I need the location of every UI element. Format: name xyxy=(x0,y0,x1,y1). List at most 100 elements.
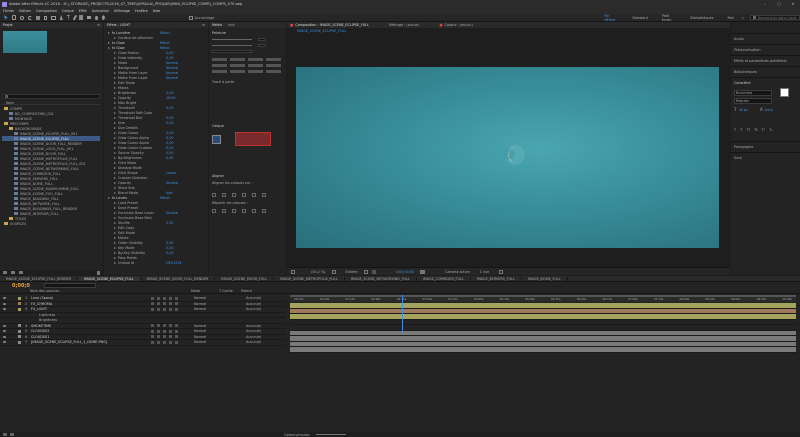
label-color-swatch[interactable] xyxy=(18,335,21,339)
selection-tool-icon[interactable] xyxy=(4,15,8,20)
disclosure-triangle-icon[interactable] xyxy=(114,181,116,184)
disclosure-triangle-icon[interactable] xyxy=(108,41,110,44)
effect-property-value[interactable]: 0,00 xyxy=(166,121,174,125)
minimize-button[interactable]: – xyxy=(758,2,772,6)
align-hcenter-icon[interactable] xyxy=(222,193,226,197)
character-tab[interactable]: Caractère xyxy=(734,81,751,85)
snap-checkbox[interactable] xyxy=(189,15,193,20)
visibility-eye-icon[interactable] xyxy=(3,324,6,327)
effect-property-value[interactable]: Normal xyxy=(166,181,178,185)
layer-name[interactable]: FX_LIGHT xyxy=(31,307,131,311)
menu-item-composition[interactable]: Composition xyxy=(36,9,57,13)
disclosure-triangle-icon[interactable] xyxy=(114,216,116,219)
project-search-field[interactable] xyxy=(2,94,100,99)
menu-item-fichier[interactable]: Fichier xyxy=(3,9,14,13)
effect-property-value[interactable]: 0,00 xyxy=(166,241,174,245)
disclosure-triangle-icon[interactable] xyxy=(114,226,116,229)
grid-icon[interactable] xyxy=(331,269,336,274)
fg-color-swatch[interactable] xyxy=(212,134,221,144)
effect-property-value[interactable]: 0,00 xyxy=(166,146,174,150)
visibility-eye-icon[interactable] xyxy=(3,314,6,316)
layer-name[interactable]: CLOUDS01 xyxy=(31,335,131,339)
label-color-swatch[interactable] xyxy=(18,324,21,328)
text-tool-icon[interactable]: T xyxy=(67,15,70,21)
color-swap-icon[interactable] xyxy=(780,88,789,97)
menu-item-fenetre[interactable]: Fenêtre xyxy=(135,9,148,13)
leading-value[interactable]: Auto xyxy=(765,108,773,112)
project-item[interactable]: SOURCES xyxy=(2,221,100,226)
project-tab[interactable]: Projet xyxy=(3,23,13,27)
close-button[interactable]: ✕ xyxy=(786,2,800,6)
disclosure-triangle-icon[interactable] xyxy=(114,206,116,209)
work-area-bar[interactable] xyxy=(290,295,796,297)
disclosure-triangle-icon[interactable] xyxy=(114,176,116,179)
footage-tab[interactable]: Métrage : (aucun) xyxy=(389,23,419,27)
effect-property-value[interactable]: 0,00 xyxy=(166,221,174,225)
layer-name[interactable]: Brightness xyxy=(31,318,131,322)
font-select[interactable]: Bronchea xyxy=(734,89,772,96)
brush-tool-icon[interactable] xyxy=(72,14,77,21)
all-caps-icon[interactable]: TT xyxy=(746,128,750,132)
brush-tip-11-icon[interactable] xyxy=(248,70,263,73)
workspace-small-screen[interactable]: Petit écran xyxy=(662,14,677,22)
disclosure-triangle-icon[interactable] xyxy=(114,131,116,134)
blend-mode-select[interactable]: Normal xyxy=(194,340,224,344)
disclosure-triangle-icon[interactable] xyxy=(114,251,116,254)
resolution-select[interactable]: Entière xyxy=(346,270,358,274)
timeline-search-field[interactable] xyxy=(43,283,96,288)
layer-switches[interactable] xyxy=(151,307,181,311)
label-color-swatch[interactable] xyxy=(18,340,21,344)
flow-slider[interactable] xyxy=(212,45,252,46)
layer-switches[interactable] xyxy=(151,340,181,344)
zoom-value[interactable]: (50,2 %) xyxy=(311,270,326,274)
blend-mode-select[interactable]: Normal xyxy=(194,307,224,311)
align-left-icon[interactable] xyxy=(212,193,216,197)
disclosure-triangle-icon[interactable] xyxy=(114,246,116,249)
align-right-icon[interactable] xyxy=(232,193,236,197)
visibility-eye-icon[interactable] xyxy=(3,302,6,305)
layer-name-header[interactable]: Nom des sources xyxy=(30,289,152,293)
distribute-5-icon[interactable] xyxy=(252,209,256,213)
paragraph-item[interactable]: Paragraphe xyxy=(731,141,800,152)
effects-presets-item[interactable]: Effets et paramètres prédéfinis xyxy=(731,56,800,67)
brush-tip-1-icon[interactable] xyxy=(212,58,227,61)
disclosure-triangle-icon[interactable] xyxy=(114,136,116,139)
disclosure-triangle-icon[interactable] xyxy=(114,191,116,194)
effect-property-value[interactable]: 0,00 xyxy=(166,151,174,155)
effect-property-value[interactable]: HEX1234 xyxy=(166,261,182,265)
effect-property-value[interactable]: 0,00 xyxy=(166,251,174,255)
clone-stamp-tool-icon[interactable] xyxy=(79,15,83,20)
hand-tool-icon[interactable] xyxy=(12,15,17,20)
brush-tip-5-icon[interactable] xyxy=(212,64,227,67)
brush-tip-3-icon[interactable] xyxy=(248,58,263,61)
paint-tab[interactable]: Peinture xyxy=(212,31,226,35)
disclosure-triangle-icon[interactable] xyxy=(114,171,116,174)
parent-select[interactable]: Aucun(e) xyxy=(246,302,261,306)
parent-select[interactable]: Aucun(e) xyxy=(246,307,261,311)
mode-select[interactable] xyxy=(212,50,252,53)
disclosure-triangle-icon[interactable] xyxy=(114,201,116,204)
layer-switches[interactable] xyxy=(151,329,181,333)
align-tab[interactable]: Aligner xyxy=(212,174,224,178)
disclosure-triangle-icon[interactable] xyxy=(114,111,116,114)
brush-tip-8-icon[interactable] xyxy=(266,64,281,67)
disclosure-triangle-icon[interactable] xyxy=(108,46,110,49)
layer-switches[interactable] xyxy=(151,313,181,316)
rectangle-tool-icon[interactable] xyxy=(51,15,56,20)
distribute-1-icon[interactable] xyxy=(212,209,216,213)
pan-behind-tool-icon[interactable] xyxy=(43,15,48,20)
layer-switches[interactable] xyxy=(151,324,181,328)
effect-property-value[interactable]: Réinit. xyxy=(160,41,171,45)
timeline-timecode[interactable]: 0;00;0 xyxy=(12,283,30,289)
workspace-more[interactable]: Mot xyxy=(728,16,734,20)
disclosure-triangle-icon[interactable] xyxy=(108,196,110,199)
zoom-tool-icon[interactable] xyxy=(20,15,24,20)
label-color-swatch[interactable] xyxy=(18,296,21,300)
disclosure-triangle-icon[interactable] xyxy=(114,101,116,104)
effect-property-value[interactable]: 0,00 xyxy=(166,246,174,250)
timeline-comp-tab[interactable]: IMAGE_SCENE_DOOR_FULL_RENDER xyxy=(141,276,216,281)
opacity-slider[interactable] xyxy=(212,39,252,40)
parent-select[interactable]: Aucun(e) xyxy=(246,296,261,300)
toggle-modes-icon[interactable] xyxy=(10,433,14,436)
disclosure-triangle-icon[interactable] xyxy=(114,166,116,169)
